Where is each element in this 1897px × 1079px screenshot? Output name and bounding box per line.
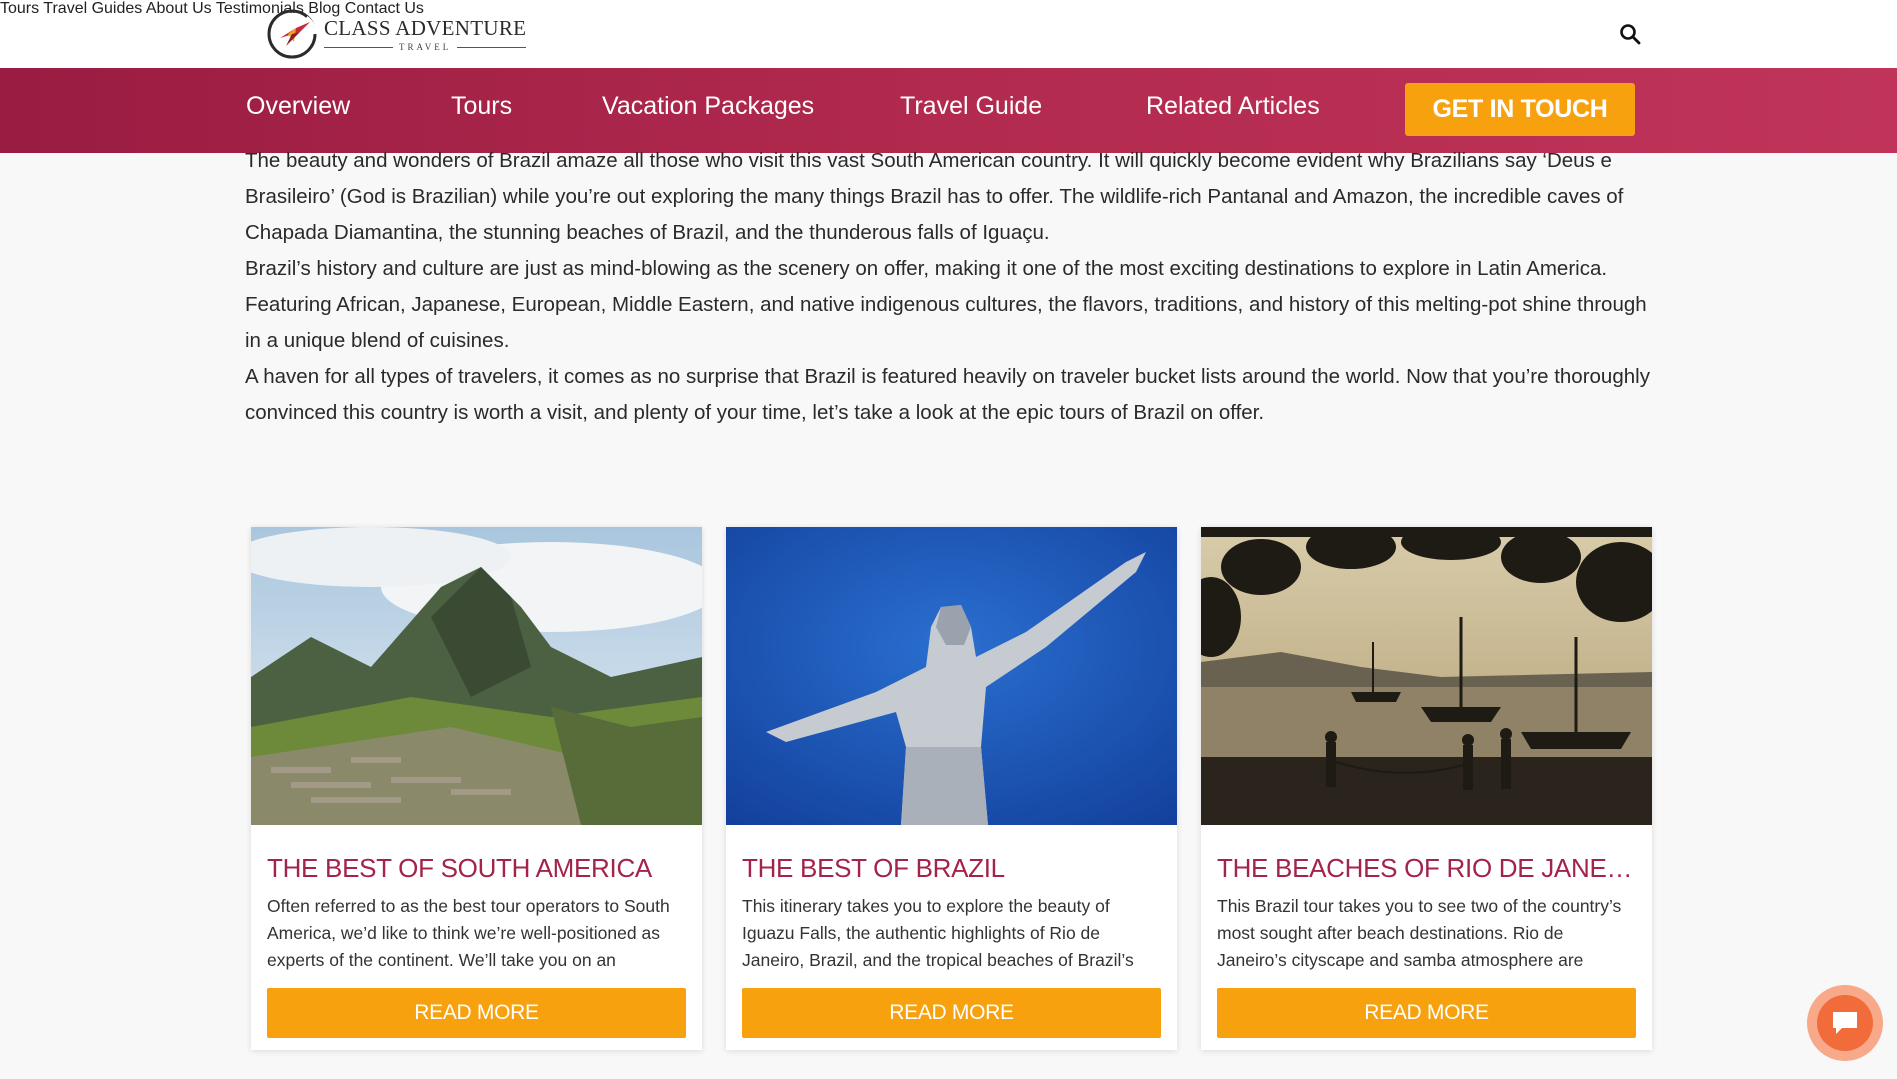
card-image[interactable]: [251, 527, 702, 825]
get-in-touch-button[interactable]: GET IN TOUCH: [1405, 83, 1635, 136]
read-more-button[interactable]: READ MORE: [1217, 988, 1636, 1038]
intro-paragraph: A haven for all types of travelers, it c…: [245, 365, 1650, 424]
section-nav: Overview Tours Vacation Packages Travel …: [0, 68, 1897, 153]
hummingbird-logo-icon: [267, 9, 318, 59]
brand-name: Class Adventure: [324, 16, 527, 40]
tour-card[interactable]: THE BEACHES OF RIO DE JANEIRO This Brazi…: [1201, 527, 1652, 1050]
card-description: This Brazil tour takes you to see two of…: [1217, 896, 1622, 970]
tour-card[interactable]: THE BEST OF SOUTH AMERICA Often referred…: [251, 527, 702, 1050]
section-tab-related-articles[interactable]: Related Articles: [1146, 92, 1320, 121]
mountain-ruins-image: [251, 527, 702, 825]
read-more-button[interactable]: READ MORE: [742, 988, 1161, 1038]
christ-redeemer-image: [726, 527, 1177, 825]
card-description: This itinerary takes you to explore the …: [742, 896, 1134, 970]
section-tab-tours[interactable]: Tours: [451, 92, 512, 121]
card-image[interactable]: [1201, 527, 1652, 825]
nav-about-us[interactable]: About Us: [146, 0, 212, 17]
section-tab-overview[interactable]: Overview: [246, 92, 350, 121]
tour-card[interactable]: THE BEST OF BRAZIL This itinerary takes …: [726, 527, 1177, 1050]
brand-tagline: TRAVEL: [398, 42, 452, 52]
intro-paragraph: The beauty and wonders of Brazil amaze a…: [245, 149, 1624, 244]
card-title[interactable]: THE BEST OF SOUTH AMERICA: [267, 853, 687, 884]
card-image[interactable]: [726, 527, 1177, 825]
site-logo[interactable]: Class Adventure TRAVEL: [266, 6, 527, 62]
section-tab-travel-guide[interactable]: Travel Guide: [900, 92, 1042, 121]
beach-silhouette-image: [1201, 527, 1652, 825]
nav-travel-guides[interactable]: Travel Guides: [43, 0, 142, 17]
search-icon[interactable]: [1619, 23, 1641, 45]
site-header: Class Adventure TRAVEL Tours Travel Guid…: [0, 0, 1897, 68]
chat-widget-button[interactable]: [1807, 985, 1883, 1061]
read-more-button[interactable]: READ MORE: [267, 988, 686, 1038]
card-title[interactable]: THE BEST OF BRAZIL: [742, 853, 1162, 884]
intro-text: The beauty and wonders of Brazil amaze a…: [245, 143, 1665, 431]
section-tab-vacation-packages[interactable]: Vacation Packages: [602, 92, 814, 121]
card-description: Often referred to as the best tour opera…: [267, 896, 670, 970]
chat-bubble-icon: [1833, 1012, 1857, 1034]
intro-paragraph: Brazil’s history and culture are just as…: [245, 257, 1647, 352]
nav-tours[interactable]: Tours: [0, 0, 39, 17]
card-title[interactable]: THE BEACHES OF RIO DE JANEIRO: [1217, 853, 1637, 884]
